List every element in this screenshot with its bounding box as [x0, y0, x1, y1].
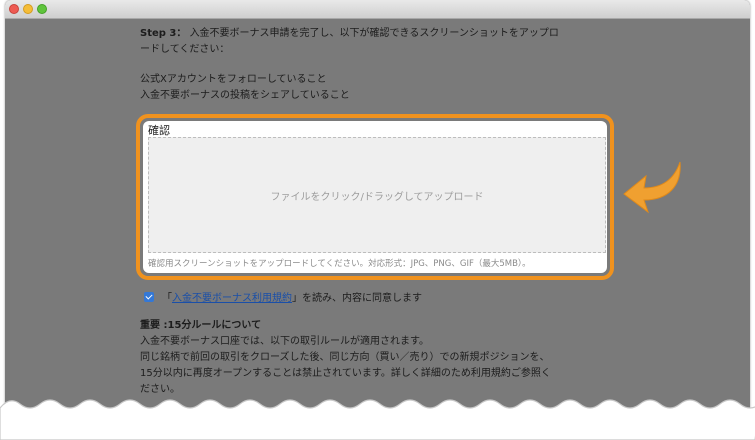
rule-line: 入金不要ボーナス口座では、以下の取引ルールが適用されます。: [140, 336, 429, 347]
torn-edge: [0, 399, 755, 440]
requirement-item: 公式Xアカウントをフォローしていること: [140, 74, 327, 85]
step-text-line2: ードしてください：: [140, 44, 230, 55]
title-bar: [5, 0, 750, 19]
dropzone-text: ファイルをクリック/ドラッグしてアップロード: [270, 191, 484, 203]
agree-checkbox[interactable]: [144, 292, 154, 302]
step-label: Step 3：: [140, 28, 187, 39]
rule-line: 15分以内に再度オープンすることは禁止されています。詳しく詳細のため利用規約ご参…: [140, 368, 551, 379]
requirement-list: 公式Xアカウントをフォローしていること 入金不要ボーナスの投稿をシェアしているこ…: [140, 72, 610, 104]
minimize-window-button[interactable]: [23, 4, 33, 14]
upload-hint: 確認用スクリーンショットをアップロードしてください。対応形式：JPG、PNG、G…: [148, 259, 531, 269]
step-text-line1: 入金不要ボーナス申請を完了し、以下が確認できるスクリーンショットをアップロ: [189, 28, 559, 39]
pointer-arrow-icon: [623, 161, 681, 214]
agreement-text: を読み、内容に同意します: [302, 293, 422, 304]
requirement-item: 入金不要ボーナスの投稿をシェアしていること: [140, 90, 350, 101]
rule-line: 同じ銘柄で前回の取引をクローズした後、同じ方向（買い／売り）での新規ポジションを…: [140, 352, 550, 363]
terms-link[interactable]: 入金不要ボーナス利用規約: [172, 293, 292, 304]
upload-label: 確認: [148, 124, 170, 137]
open-quote: 「: [162, 293, 172, 304]
upload-highlight-frame: 確認 ファイルをクリック/ドラッグしてアップロード 確認用スクリーンショットをア…: [136, 114, 614, 280]
step-instruction: Step 3： 入金不要ボーナス申請を完了し、以下が確認できるスクリーンショット…: [140, 26, 610, 58]
rule-heading: 重要 :15分ルールについて: [140, 320, 262, 331]
upload-section: 確認 ファイルをクリック/ドラッグしてアップロード 確認用スクリーンショットをア…: [143, 121, 607, 273]
close-quote: 」: [292, 293, 302, 304]
agreement-row: 「入金不要ボーナス利用規約」を読み、内容に同意します: [144, 289, 422, 304]
file-dropzone[interactable]: ファイルをクリック/ドラッグしてアップロード: [148, 137, 606, 253]
close-window-button[interactable]: [9, 4, 19, 14]
maximize-window-button[interactable]: [37, 4, 47, 14]
rule-section: 重要 :15分ルールについて 入金不要ボーナス口座では、以下の取引ルールが適用さ…: [140, 318, 610, 398]
